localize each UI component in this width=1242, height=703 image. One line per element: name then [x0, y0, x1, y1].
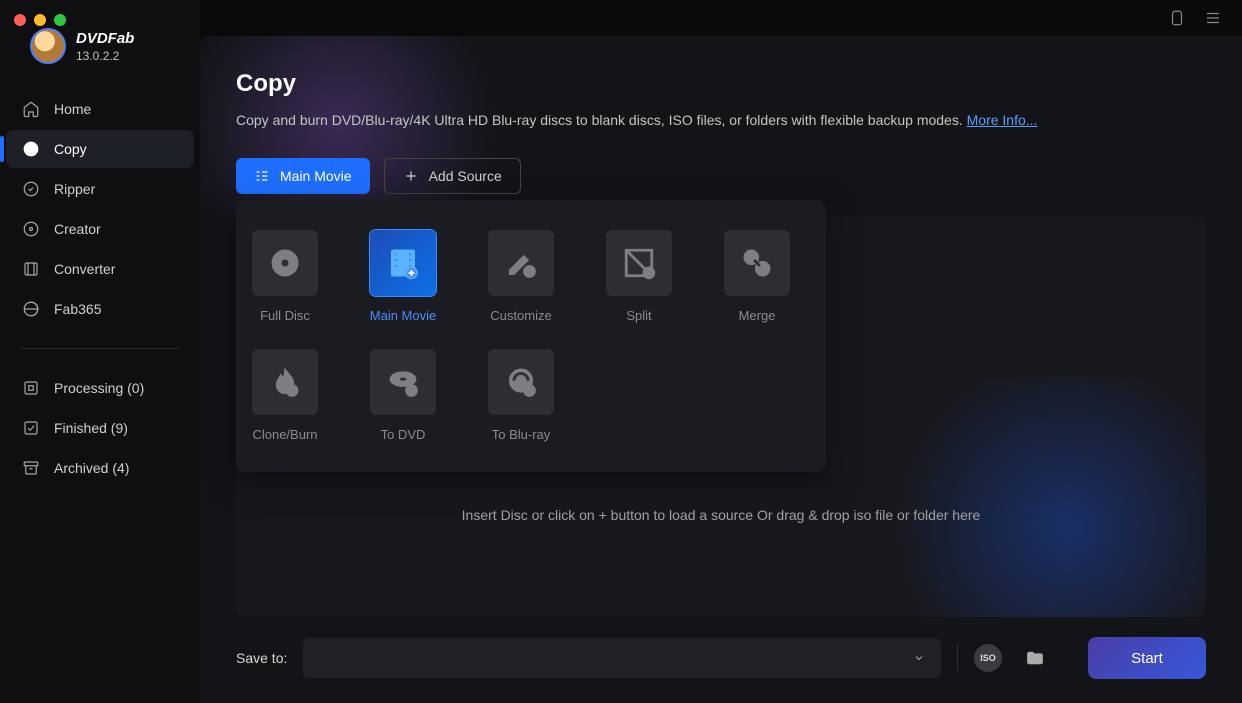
button-label: Add Source	[429, 168, 502, 184]
mode-label: Full Disc	[260, 308, 310, 323]
mode-clone-burn[interactable]: Clone/Burn	[250, 349, 320, 442]
nav-label: Finished (9)	[54, 420, 128, 436]
topbar	[200, 0, 1242, 36]
plus-icon	[403, 168, 419, 184]
iso-button[interactable]: ISO	[974, 644, 1002, 672]
fab365-icon	[22, 300, 40, 318]
processing-icon	[22, 379, 40, 397]
app-logo-row: DVDFab 13.0.2.2	[0, 24, 200, 84]
chevron-down-icon	[913, 652, 925, 664]
finished-icon	[22, 419, 40, 437]
folder-icon	[1025, 648, 1045, 668]
nav-item-processing[interactable]: Processing (0)	[6, 369, 194, 407]
mode-label: Merge	[739, 308, 776, 323]
mode-label: To Blu-ray	[492, 427, 551, 442]
mode-label: Clone/Burn	[252, 427, 317, 442]
nav-item-copy[interactable]: Copy	[6, 130, 194, 168]
folder-button[interactable]	[1018, 641, 1052, 675]
mode-label: Main Movie	[370, 308, 436, 323]
mode-main-movie[interactable]: Main Movie	[368, 230, 438, 323]
save-to-label: Save to:	[236, 650, 287, 666]
bluray-icon	[504, 365, 538, 399]
copy-mode-popover: Full Disc Main Movie Customize Split Mer…	[236, 200, 826, 472]
primary-nav: Home Copy Ripper Creator	[0, 84, 200, 334]
nav-item-creator[interactable]: Creator	[6, 210, 194, 248]
nav-label: Home	[54, 101, 91, 117]
button-label: Main Movie	[280, 168, 352, 184]
mode-full-disc[interactable]: Full Disc	[250, 230, 320, 323]
disc-icon	[22, 140, 40, 158]
sidebar: DVDFab 13.0.2.2 Home Copy Ri	[0, 0, 200, 703]
more-info-link[interactable]: More Info...	[967, 112, 1038, 128]
list-icon	[254, 168, 270, 184]
sidebar-divider	[20, 348, 180, 349]
nav-item-archived[interactable]: Archived (4)	[6, 449, 194, 487]
nav-item-ripper[interactable]: Ripper	[6, 170, 194, 208]
mode-label: Customize	[490, 308, 551, 323]
iso-label: ISO	[980, 653, 996, 663]
toolbar: Main Movie Add Source	[236, 158, 1206, 194]
mode-to-bluray[interactable]: To Blu-ray	[486, 349, 556, 442]
mode-split[interactable]: Split	[604, 230, 674, 323]
nav-label: Creator	[54, 221, 101, 237]
page-description: Copy and burn DVD/Blu-ray/4K Ultra HD Bl…	[236, 112, 1206, 128]
mode-label: Split	[626, 308, 651, 323]
app-name: DVDFab	[76, 30, 134, 47]
dvd-icon	[386, 365, 420, 399]
app-logo-icon	[30, 28, 66, 64]
task-nav: Processing (0) Finished (9) Archived (4)	[0, 363, 200, 493]
window-maximize-button[interactable]	[54, 14, 66, 26]
ripper-icon	[22, 180, 40, 198]
nav-item-finished[interactable]: Finished (9)	[6, 409, 194, 447]
save-to-dropdown[interactable]	[303, 638, 941, 678]
nav-label: Archived (4)	[54, 460, 129, 476]
merge-icon	[740, 246, 774, 280]
nav-item-converter[interactable]: Converter	[6, 250, 194, 288]
home-icon	[22, 100, 40, 118]
split-icon	[622, 246, 656, 280]
flame-icon	[268, 365, 302, 399]
archived-icon	[22, 459, 40, 477]
nav-label: Ripper	[54, 181, 95, 197]
film-icon	[386, 246, 420, 280]
window-close-button[interactable]	[14, 14, 26, 26]
drop-hint: Insert Disc or click on + button to load…	[462, 507, 981, 523]
separator	[957, 645, 958, 671]
menu-icon[interactable]	[1204, 9, 1222, 27]
converter-icon	[22, 260, 40, 278]
disc-icon	[268, 246, 302, 280]
bottom-bar: Save to: ISO Start	[236, 637, 1206, 679]
nav-item-home[interactable]: Home	[6, 90, 194, 128]
nav-item-fab365[interactable]: Fab365	[6, 290, 194, 328]
page-title: Copy	[236, 70, 1206, 98]
main-movie-button[interactable]: Main Movie	[236, 158, 370, 194]
mode-to-dvd[interactable]: To DVD	[368, 349, 438, 442]
creator-icon	[22, 220, 40, 238]
main-area: Copy Copy and burn DVD/Blu-ray/4K Ultra …	[200, 0, 1242, 703]
add-source-button[interactable]: Add Source	[384, 158, 521, 194]
app-version: 13.0.2.2	[76, 49, 134, 63]
page-desc-text: Copy and burn DVD/Blu-ray/4K Ultra HD Bl…	[236, 112, 967, 128]
mode-merge[interactable]: Merge	[722, 230, 792, 323]
theme-icon[interactable]	[1168, 9, 1186, 27]
nav-label: Converter	[54, 261, 115, 277]
mode-customize[interactable]: Customize	[486, 230, 556, 323]
nav-label: Fab365	[54, 301, 101, 317]
start-button[interactable]: Start	[1088, 637, 1206, 679]
window-minimize-button[interactable]	[34, 14, 46, 26]
mode-label: To DVD	[381, 427, 426, 442]
nav-label: Copy	[54, 141, 87, 157]
pencil-icon	[504, 246, 538, 280]
nav-label: Processing (0)	[54, 380, 144, 396]
